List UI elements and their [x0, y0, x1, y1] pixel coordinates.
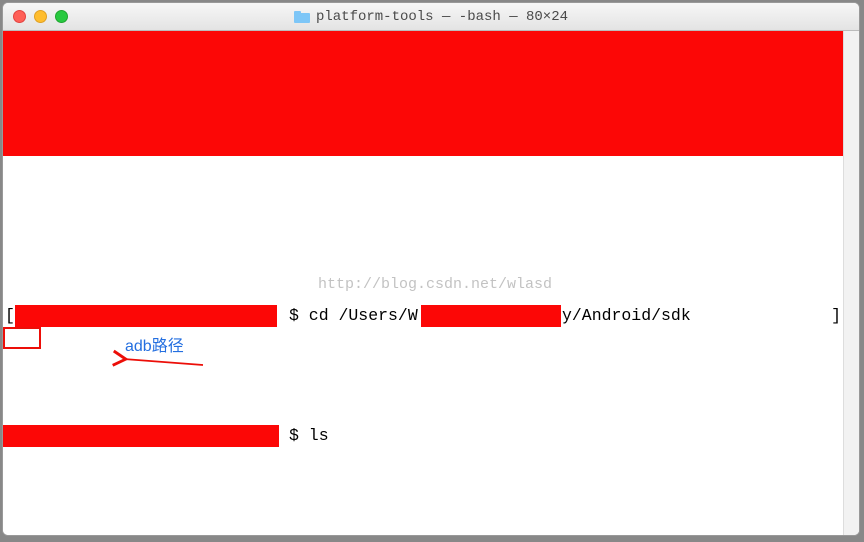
traffic-lights: [3, 10, 68, 23]
annotation-label: adb路径: [125, 337, 184, 357]
bracket: [: [5, 306, 15, 326]
redaction: [3, 425, 279, 447]
maximize-button[interactable]: [55, 10, 68, 23]
window-title: platform-tools — -bash — 80×24: [3, 9, 859, 25]
terminal-content[interactable]: [ $ cd /Users/W y/Android/sdk ] $ ls SDK…: [3, 31, 843, 535]
path-tail: y/Android/sdk: [562, 306, 691, 326]
terminal-window: platform-tools — -bash — 80×24 [ $ cd /U…: [2, 2, 860, 536]
watermark: http://blog.csdn.net/wlasd: [318, 275, 552, 295]
terminal-body[interactable]: [ $ cd /Users/W y/Android/sdk ] $ ls SDK…: [3, 31, 859, 535]
close-button[interactable]: [13, 10, 26, 23]
titlebar: platform-tools — -bash — 80×24: [3, 3, 859, 31]
redaction-block: [3, 31, 843, 156]
scrollbar[interactable]: [843, 31, 859, 535]
redaction: [15, 305, 277, 327]
bracket: ]: [831, 306, 841, 326]
folder-icon: [294, 11, 310, 23]
redaction: [421, 305, 561, 327]
cmd: $ cd /Users/W: [289, 306, 418, 326]
minimize-button[interactable]: [34, 10, 47, 23]
cmd: $ ls: [289, 426, 329, 446]
title-text: platform-tools — -bash — 80×24: [316, 9, 568, 25]
